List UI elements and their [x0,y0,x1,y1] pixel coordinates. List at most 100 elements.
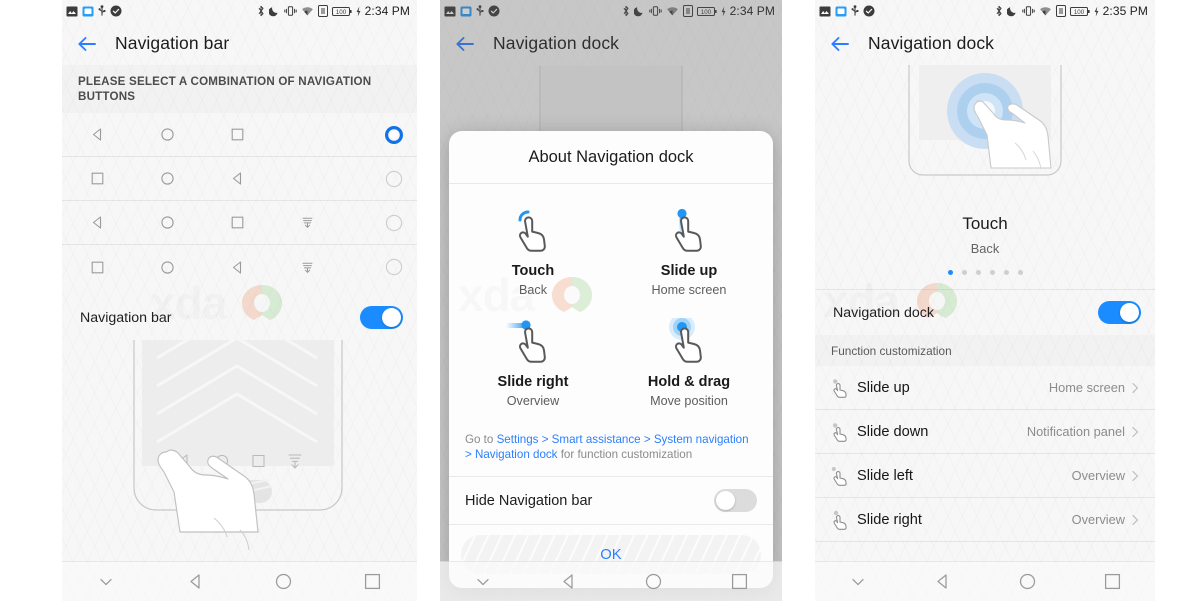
title-bar: Navigation bar [62,22,417,65]
function-customization-list: Slide up Home screen Slide down Notifica… [815,366,1155,542]
back-icon[interactable] [151,572,240,591]
function-value: Notification panel [1026,424,1125,439]
home-icon[interactable] [240,572,329,591]
pager-dot[interactable] [1003,270,1009,275]
do-not-disturb-icon [268,5,280,17]
combination-button-icons [62,215,385,230]
status-bar-clock: 2:35 PM [1102,4,1148,18]
gesture-name: Slide right [497,374,569,390]
gesture-cell: Slide up Home screen [611,198,767,309]
gesture-grid: Touch Back Slide up Home screen Slide ri… [449,184,773,426]
sim-icon [1055,5,1066,17]
pager-dots[interactable] [815,270,1155,275]
gesture-name: Slide up [660,263,718,279]
back-arrow-icon[interactable] [828,32,852,56]
home-icon [132,127,202,142]
combination-option-row[interactable] [62,245,417,289]
hide-navigation-bar-row[interactable]: Hide Navigation bar [449,476,773,524]
navigation-dock-toggle[interactable] [1098,301,1141,324]
wifi-icon [301,6,314,17]
gesture-action: Back [970,241,1000,256]
recents-icon [62,171,132,186]
home-icon[interactable] [611,572,697,591]
combination-option-row[interactable] [62,113,417,157]
chevron-down-icon[interactable] [62,573,151,591]
radio-unselected[interactable] [385,214,403,232]
status-bar: 100 2:34 PM [62,0,417,22]
recents-icon[interactable] [328,572,417,591]
touch-gesture-icon [459,204,607,260]
chevron-right-icon [1125,470,1141,482]
home-icon[interactable] [985,572,1070,591]
title-bar: Navigation dock [815,22,1155,65]
battery-icon: 100 [1069,6,1090,17]
recents-icon[interactable] [697,572,783,591]
hold-drag-gesture-icon [615,315,763,371]
function-row-slide-up[interactable]: Slide up Home screen [815,366,1155,410]
pager-dot[interactable] [989,270,995,275]
pager-dot[interactable] [947,270,953,275]
notification-icon [272,215,342,230]
phone-panel-navigation-dock-dialog: 100 2:34 PM Navigation dock About Naviga… [440,0,782,601]
navigation-bar-toggle[interactable] [360,306,403,329]
function-row-slide-right[interactable]: Slide right Overview [815,498,1155,542]
back-icon[interactable] [526,572,612,591]
hide-navigation-bar-toggle[interactable] [714,489,757,512]
back-arrow-icon[interactable] [75,32,99,56]
toggle-knob [382,308,401,327]
back-icon[interactable] [900,572,985,591]
pager-dot[interactable] [1017,270,1023,275]
phone-panel-navigation-dock-settings: 100 2:35 PM Navigation dock Touch Back N… [815,0,1155,601]
gesture-cell: Slide right Overview [455,309,611,420]
section-header-combination: PLEASE SELECT A COMBINATION OF NAVIGATIO… [78,75,372,103]
radio-unselected[interactable] [385,170,403,188]
back-icon [62,215,132,230]
toggle-knob [1120,303,1139,322]
recents-icon [202,215,272,230]
wifi-icon [1039,6,1052,17]
sim-icon [317,5,328,17]
function-row-slide-left[interactable]: Slide left Overview [815,454,1155,498]
slide-right-gesture-icon [459,315,607,371]
gesture-pager-caption: Touch Back [815,210,1155,275]
hint-suffix: for function customization [557,448,693,461]
recents-icon [202,127,272,142]
radio-selected[interactable] [384,125,404,144]
screenshot-icon [835,6,847,17]
function-name: Slide up [857,379,910,396]
toggle-label: Navigation dock [833,304,934,321]
navigation-dock-toggle-row[interactable]: Navigation dock [815,290,1155,335]
navigation-bar-toggle-row[interactable]: Navigation bar [62,295,417,340]
slide-up-gesture-icon [831,378,857,398]
charging-icon [356,6,361,17]
recents-icon[interactable] [1070,572,1155,591]
bluetooth-icon [995,5,1003,17]
radio-unselected[interactable] [385,258,403,276]
chevron-right-icon [1125,382,1141,394]
do-not-disturb-icon [1006,5,1018,17]
slide-up-gesture-icon [615,204,763,260]
home-icon [132,260,202,275]
gesture-action: Move position [650,394,728,408]
function-row-slide-down[interactable]: Slide down Notification panel [815,410,1155,454]
pager-dot[interactable] [975,270,981,275]
slide-down-gesture-icon [831,422,857,442]
system-bottom-nav [62,561,417,601]
combination-option-row[interactable] [62,201,417,245]
pager-dot[interactable] [961,270,967,275]
function-value: Home screen [1048,380,1125,395]
combination-button-icons [62,127,385,142]
usb-icon [98,5,106,17]
recents-icon [62,260,132,275]
gesture-action: Home screen [651,283,727,297]
toggle-label: Hide Navigation bar [465,492,593,509]
screenshot-gallery-icon [66,6,78,17]
chevron-down-icon[interactable] [815,573,900,591]
chevron-down-icon[interactable] [440,573,526,591]
svg-text:100: 100 [1073,9,1084,16]
combination-option-row[interactable] [62,157,417,201]
battery-icon: 100 [331,6,352,17]
page-title: Navigation bar [115,33,230,53]
function-name: Slide down [857,423,929,440]
function-customization-header: Function customization [831,344,952,358]
